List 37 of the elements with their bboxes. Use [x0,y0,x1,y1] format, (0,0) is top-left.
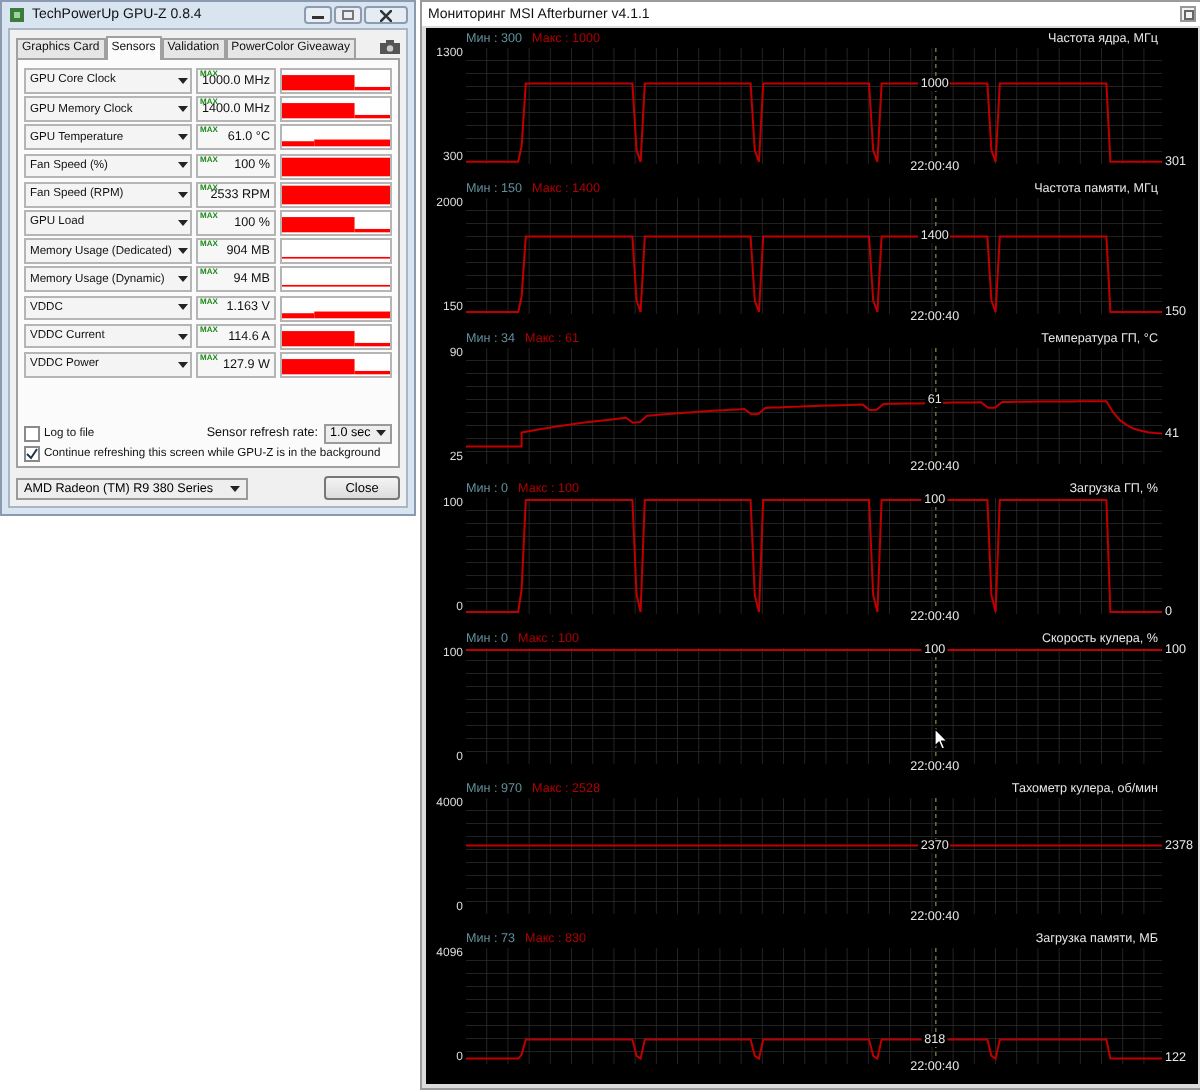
sensor-graph [280,68,392,94]
dropdown-arrow-icon [178,276,188,283]
minimize-icon [312,11,324,19]
dropdown-arrow-icon [376,430,386,437]
pointer-icon [934,728,948,750]
restore-icon [1183,9,1193,19]
close-button[interactable] [364,6,408,24]
dropdown-arrow-icon [178,134,188,141]
maximize-button[interactable] [334,6,362,24]
camera-icon[interactable] [380,40,400,54]
dropdown-arrow-icon [178,333,188,340]
sensor-graph [280,295,392,321]
dropdown-arrow-icon [178,361,188,368]
sensor-graph [280,124,392,151]
sensor-graph [280,351,392,378]
dropdown-arrow-icon [178,162,188,169]
maximize-icon [342,10,354,20]
dropdown-arrow-icon [178,77,188,84]
sensor-graph [280,96,392,123]
sensor-graph [280,238,392,265]
sensor-graph [280,323,392,350]
dropdown-arrow-icon [230,485,240,491]
checkbox[interactable] [24,425,40,442]
sensor-graph [280,266,392,293]
minimize-button[interactable] [304,6,332,24]
dropdown-arrow-icon [178,219,188,226]
close-icon [380,9,392,21]
dropdown-arrow-icon [178,248,188,255]
sensor-graph [280,153,392,180]
dropdown-arrow-icon [178,191,188,198]
restore-button[interactable] [1180,6,1196,22]
checkbox[interactable] [24,446,40,462]
sensor-graph [280,209,392,236]
dropdown-arrow-icon [178,304,188,311]
dropdown-arrow-icon [178,106,188,113]
sensor-graph [280,181,392,208]
chip-icon [8,6,26,24]
